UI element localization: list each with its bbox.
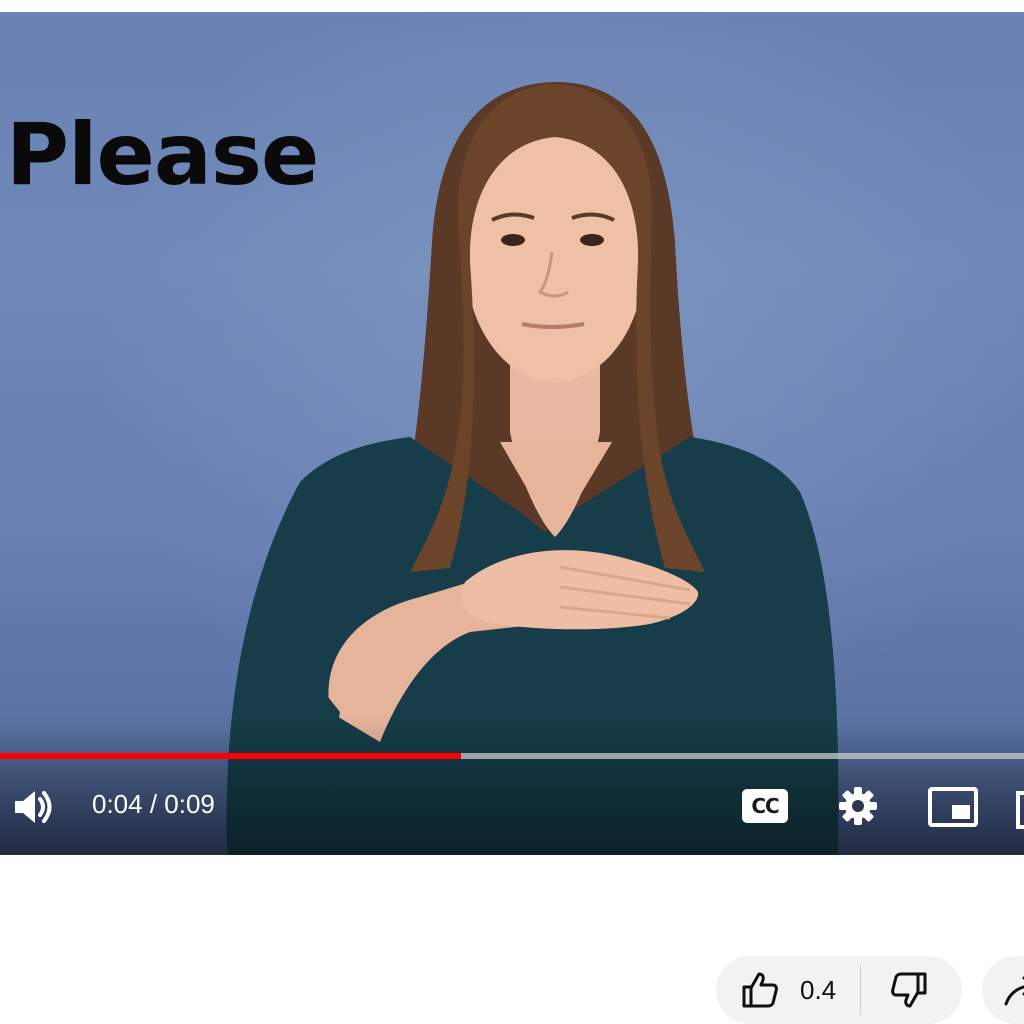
thumbs-up-icon: [742, 972, 778, 1008]
like-button[interactable]: 0.4: [716, 956, 860, 1024]
gear-icon: [839, 787, 877, 825]
progress-bar[interactable]: [0, 753, 1024, 759]
miniplayer-icon: [928, 787, 978, 827]
like-count: 0.4: [800, 974, 837, 1005]
thumbs-down-icon: [891, 972, 927, 1008]
captions-icon: CC: [742, 789, 788, 823]
duration: 0:09: [164, 789, 215, 819]
signer-eye-left: [501, 234, 525, 246]
share-icon: [1004, 976, 1024, 1006]
fullscreen-button[interactable]: [1016, 791, 1024, 829]
dislike-button[interactable]: [861, 956, 957, 1024]
sign-word-overlay: Please: [6, 105, 319, 205]
share-button[interactable]: [982, 956, 1024, 1024]
progress-played: [0, 753, 461, 759]
captions-button[interactable]: CC: [741, 788, 789, 824]
signer-eye-right: [580, 234, 604, 246]
page-top-strip: [0, 0, 1024, 12]
time-display: 0:04 / 0:09: [92, 789, 215, 820]
miniplayer-button[interactable]: [927, 786, 979, 828]
fullscreen-icon: [1016, 791, 1024, 829]
volume-button[interactable]: [10, 784, 56, 830]
current-time: 0:04: [92, 789, 143, 819]
volume-icon: [15, 791, 52, 823]
settings-button[interactable]: [836, 784, 880, 828]
like-dislike-group: 0.4: [716, 956, 962, 1024]
captions-label: CC: [751, 794, 779, 818]
video-player[interactable]: Please 0:04 / 0:09 CC: [0, 12, 1024, 855]
time-separator: /: [142, 789, 165, 819]
